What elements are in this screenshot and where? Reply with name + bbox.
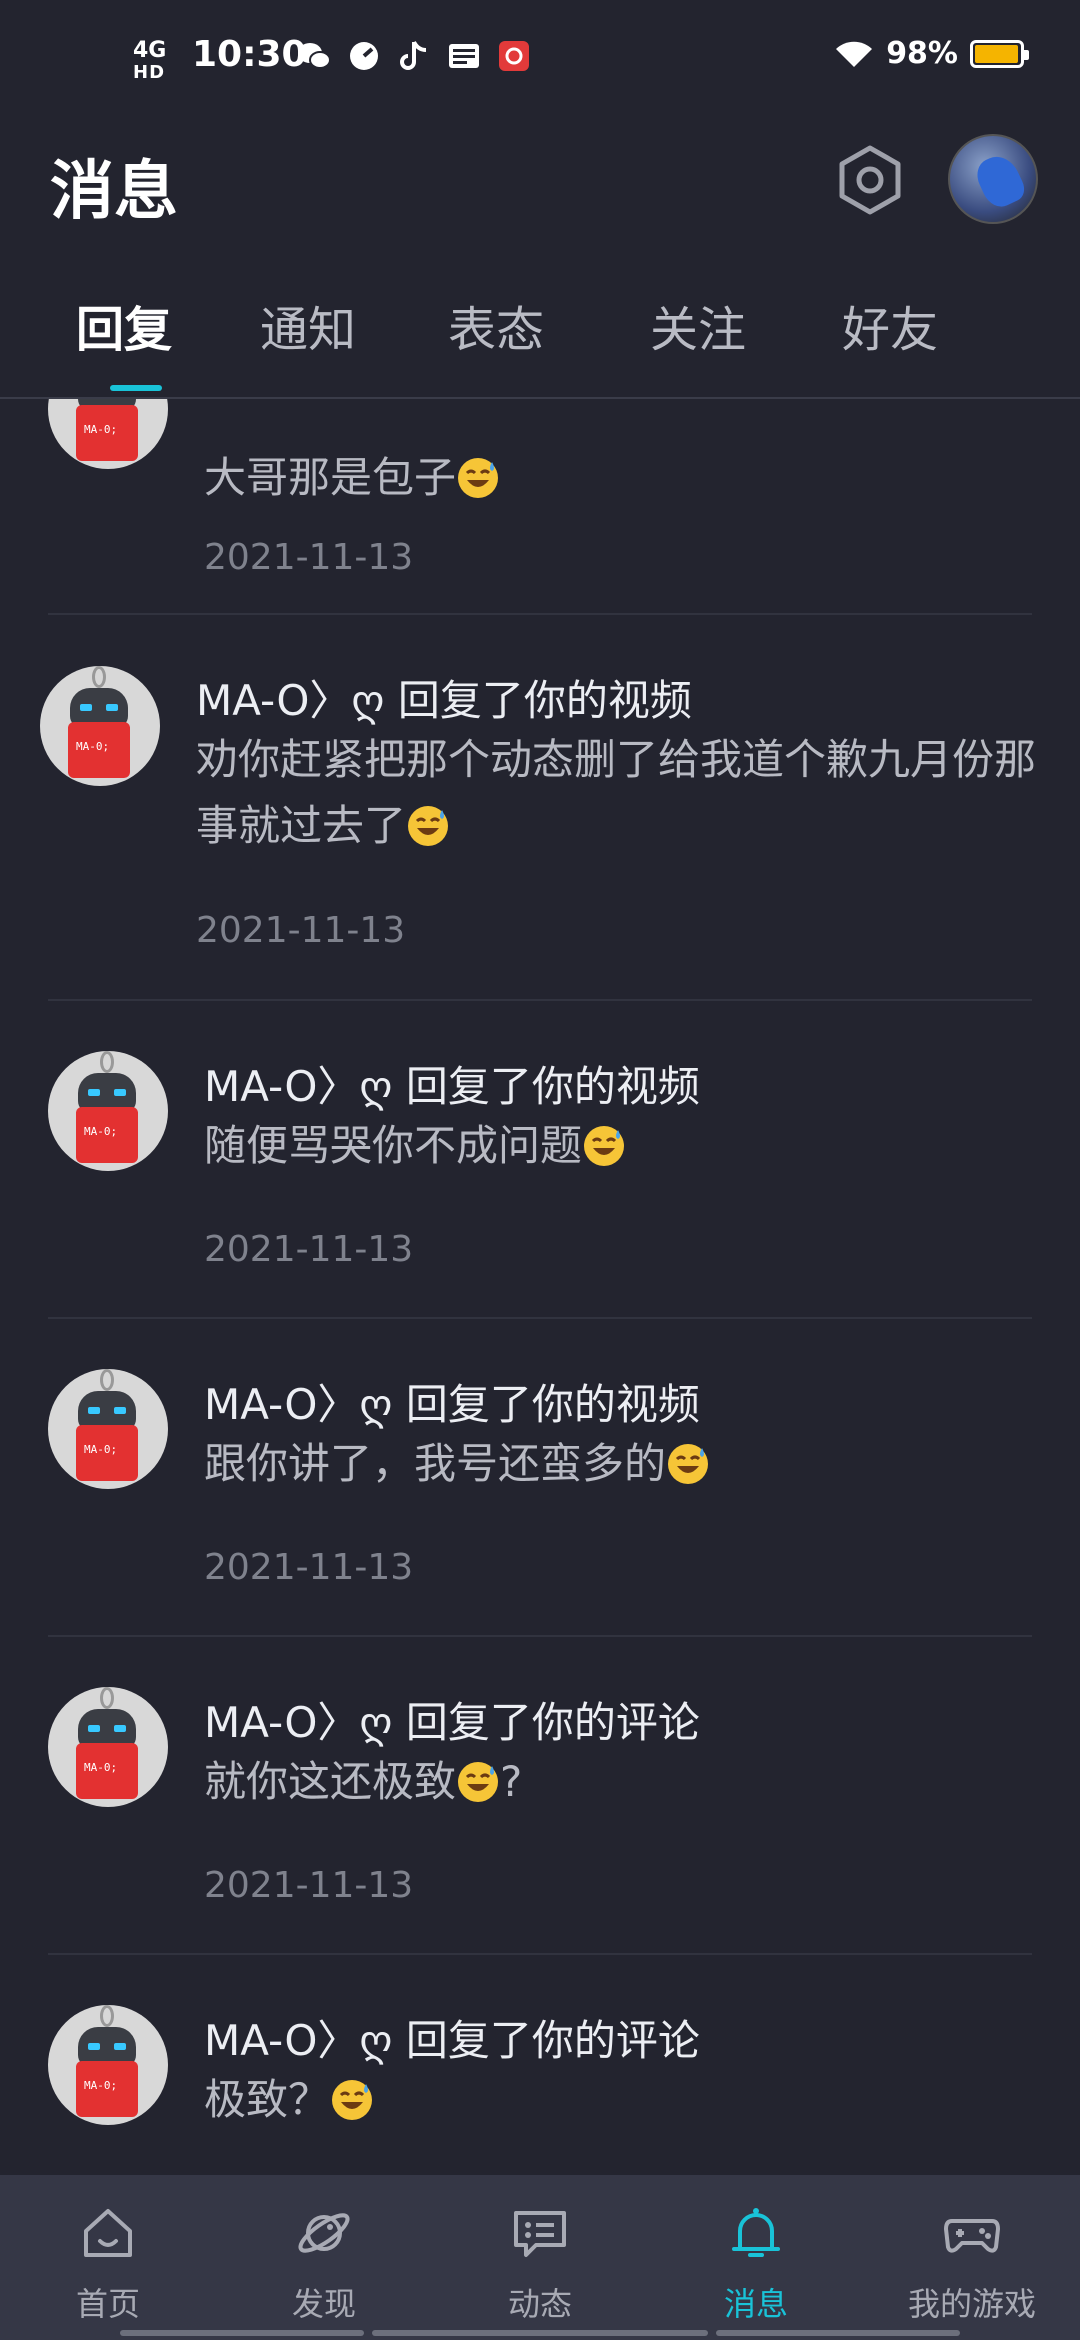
nav-label: 动态: [507, 2285, 572, 2323]
sweat-smile-emoji-icon: [332, 2080, 373, 2120]
tiktok-icon: [396, 38, 432, 74]
gamepad-icon: [944, 2219, 1000, 2253]
speed-icon: [346, 38, 382, 74]
tab-reply[interactable]: 回复: [76, 290, 172, 360]
message-action: 回复了你的视频: [397, 676, 692, 725]
message-date: 2021-11-13: [204, 1547, 414, 1588]
username[interactable]: MA-O〉ღ: [204, 1698, 392, 1747]
message-date: 2021-11-13: [196, 910, 406, 951]
home-icon: [84, 2209, 132, 2257]
battery-icon: [970, 39, 1029, 68]
message-content: 跟你讲了，我号还蛮多的: [204, 1439, 667, 1488]
list-item[interactable]: 大哥那是包子 2021-11-13: [0, 399, 1080, 615]
nav-label: 发现: [291, 2285, 356, 2323]
nav-label: 首页: [75, 2285, 140, 2323]
message-header: MA-O〉ღ 回复了你的评论: [204, 2007, 700, 2068]
bottom-navigation: 首页 发现 动态 消息 我的游戏: [0, 2175, 1080, 2340]
username[interactable]: MA-O〉ღ: [204, 1380, 392, 1429]
nav-label: 消息: [723, 2285, 788, 2323]
wifi-icon: [836, 41, 873, 67]
planet-icon: [298, 2213, 350, 2253]
nav-label: 我的游戏: [907, 2285, 1036, 2323]
gesture-bar-segment: [716, 2330, 960, 2336]
profile-avatar[interactable]: [948, 134, 1038, 224]
tab-follow[interactable]: 关注: [650, 290, 746, 360]
message-date: 2021-11-13: [204, 1865, 414, 1906]
message-header: MA-O〉ღ 回复了你的视频: [196, 667, 692, 728]
avatar[interactable]: [48, 1369, 168, 1489]
avatar[interactable]: [48, 1687, 168, 1807]
nav-my-games[interactable]: 我的游戏: [864, 2175, 1080, 2340]
message-text: 劝你赶紧把那个动态删了给我道个歉九月份那事就过去了: [196, 727, 1066, 859]
network-indicator: 4G HD: [133, 40, 166, 84]
sweat-smile-emoji-icon: [584, 1126, 625, 1166]
message-text: 随便骂哭你不成问题: [204, 1113, 1074, 1179]
gesture-bar-segment: [120, 2330, 364, 2336]
message-action: 回复了你的评论: [405, 2016, 700, 2065]
sweat-smile-emoji-icon: [668, 1444, 709, 1484]
avatar[interactable]: [48, 1051, 168, 1171]
message-content: 就你这还极致: [204, 1757, 457, 1806]
status-time: 10:30: [192, 34, 307, 75]
battery-level: [975, 44, 1019, 63]
message-action: 回复了你的视频: [405, 1380, 700, 1429]
avatar[interactable]: [48, 2005, 168, 2125]
message-action: 回复了你的视频: [405, 1062, 700, 1111]
username[interactable]: MA-O〉ღ: [204, 2016, 392, 2065]
message-header: MA-O〉ღ 回复了你的视频: [204, 1053, 700, 1114]
avatar[interactable]: [48, 399, 168, 469]
status-right: 98%: [834, 36, 1029, 71]
sweat-smile-emoji-icon: [408, 806, 449, 846]
network-sub: HD: [133, 62, 166, 83]
nav-moments[interactable]: 动态: [432, 2175, 648, 2340]
gesture-bar-segment: [372, 2330, 708, 2336]
app-gift-icon: [496, 38, 532, 74]
message-text: 就你这还极致?: [204, 1749, 1074, 1815]
message-content: 劝你赶紧把那个动态删了给我道个歉九月份那事就过去了: [196, 735, 1037, 850]
nav-discover[interactable]: 发现: [216, 2175, 432, 2340]
notification-icons: [296, 38, 532, 74]
tab-notify[interactable]: 通知: [260, 290, 356, 360]
list-item[interactable]: MA-O〉ღ 回复了你的视频 跟你讲了，我号还蛮多的 2021-11-13: [0, 1319, 1080, 1637]
sweat-smile-emoji-icon: [458, 1762, 499, 1802]
nav-messages[interactable]: 消息: [648, 2175, 864, 2340]
message-suffix: ?: [500, 1757, 523, 1806]
message-content: 大哥那是包子: [204, 453, 457, 502]
battery-percent: 98%: [886, 36, 958, 71]
toutiao-icon: [446, 38, 482, 74]
page-title: 消息: [50, 155, 178, 229]
reply-list[interactable]: 大哥那是包子 2021-11-13 MA-O〉ღ 回复了你的视频 劝你赶紧把那个…: [0, 399, 1080, 2175]
bell-icon: [732, 2208, 780, 2257]
tab-friends[interactable]: 好友: [842, 290, 938, 360]
list-item[interactable]: MA-O〉ღ 回复了你的评论 极致？: [0, 1955, 1080, 2175]
wechat-icon: [296, 38, 332, 74]
message-content: 极致？: [204, 2075, 331, 2124]
message-text: 极致？: [204, 2067, 1074, 2133]
nav-home[interactable]: 首页: [0, 2175, 216, 2340]
message-header: MA-O〉ღ 回复了你的视频: [204, 1371, 700, 1432]
status-bar: 4G HD 10:30 98%: [0, 0, 1080, 120]
chat-icon: [514, 2211, 566, 2257]
message-text: 跟你讲了，我号还蛮多的: [204, 1431, 1074, 1497]
list-item[interactable]: MA-O〉ღ 回复了你的评论 就你这还极致? 2021-11-13: [0, 1637, 1080, 1955]
message-text: 大哥那是包子: [204, 445, 1074, 511]
message-date: 2021-11-13: [204, 1229, 414, 1270]
active-tab-indicator: [110, 385, 162, 391]
message-date: 2021-11-13: [204, 537, 414, 578]
message-header: MA-O〉ღ 回复了你的评论: [204, 1689, 700, 1750]
list-item[interactable]: MA-O〉ღ 回复了你的视频 随便骂哭你不成问题 2021-11-13: [0, 1001, 1080, 1319]
hexagon-settings-icon: [839, 145, 901, 215]
settings-button[interactable]: [830, 140, 910, 220]
message-content: 随便骂哭你不成问题: [204, 1121, 583, 1170]
message-tabs: 回复 通知 表态 关注 好友: [0, 290, 1080, 400]
tab-reaction[interactable]: 表态: [448, 290, 544, 360]
avatar[interactable]: [40, 666, 160, 786]
sweat-smile-emoji-icon: [458, 458, 499, 498]
network-type: 4G: [133, 38, 167, 63]
message-action: 回复了你的评论: [405, 1698, 700, 1747]
list-item[interactable]: MA-O〉ღ 回复了你的视频 劝你赶紧把那个动态删了给我道个歉九月份那事就过去了…: [0, 615, 1080, 1001]
username[interactable]: MA-O〉ღ: [196, 676, 384, 725]
username[interactable]: MA-O〉ღ: [204, 1062, 392, 1111]
